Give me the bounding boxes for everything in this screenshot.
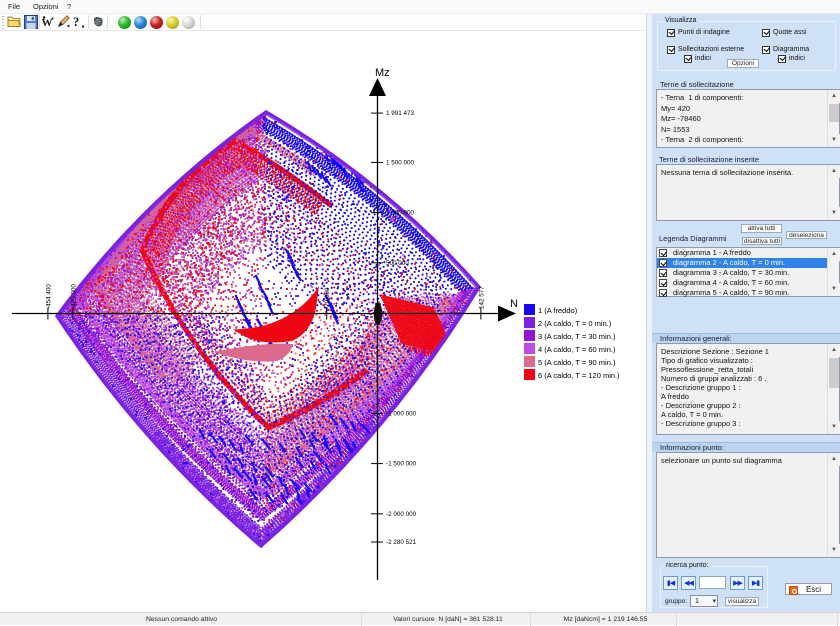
svg-text:-2 280 521: -2 280 521 — [386, 539, 417, 546]
svg-text:N: N — [510, 298, 518, 310]
svg-text:-2 000 000: -2 000 000 — [386, 511, 417, 518]
svg-text:?: ? — [73, 15, 79, 28]
svg-text:2 (A caldo, T = 0 min.): 2 (A caldo, T = 0 min.) — [538, 319, 612, 328]
svg-text:5 (A caldo, T = 90 min.): 5 (A caldo, T = 90 min.) — [538, 358, 616, 367]
svg-text:-1 500 000: -1 500 000 — [386, 461, 417, 468]
svg-text:3 (A caldo, T = 30 min.): 3 (A caldo, T = 30 min.) — [538, 332, 616, 341]
svg-text:-454 400: -454 400 — [45, 284, 52, 309]
svg-text:1 000 000: 1 000 000 — [386, 210, 415, 217]
svg-text:Mz: Mz — [375, 67, 390, 79]
svg-text:4 (A caldo, T = 60 min.): 4 (A caldo, T = 60 min.) — [538, 345, 616, 354]
svg-text:500 000: 500 000 — [386, 260, 409, 267]
svg-text:1 500 000: 1 500 000 — [386, 159, 415, 166]
svg-text:1 (A freddo): 1 (A freddo) — [538, 306, 578, 315]
svg-text:-1 000 000: -1 000 000 — [386, 410, 417, 417]
svg-text:-420 000: -420 000 — [70, 284, 77, 309]
svg-text:1 991 473: 1 991 473 — [386, 110, 415, 117]
svg-text:6 (A caldo, T = 120 min.): 6 (A caldo, T = 120 min.) — [538, 371, 620, 380]
svg-text:142 577: 142 577 — [478, 286, 485, 309]
svg-text:-70 000: -70 000 — [324, 287, 331, 309]
